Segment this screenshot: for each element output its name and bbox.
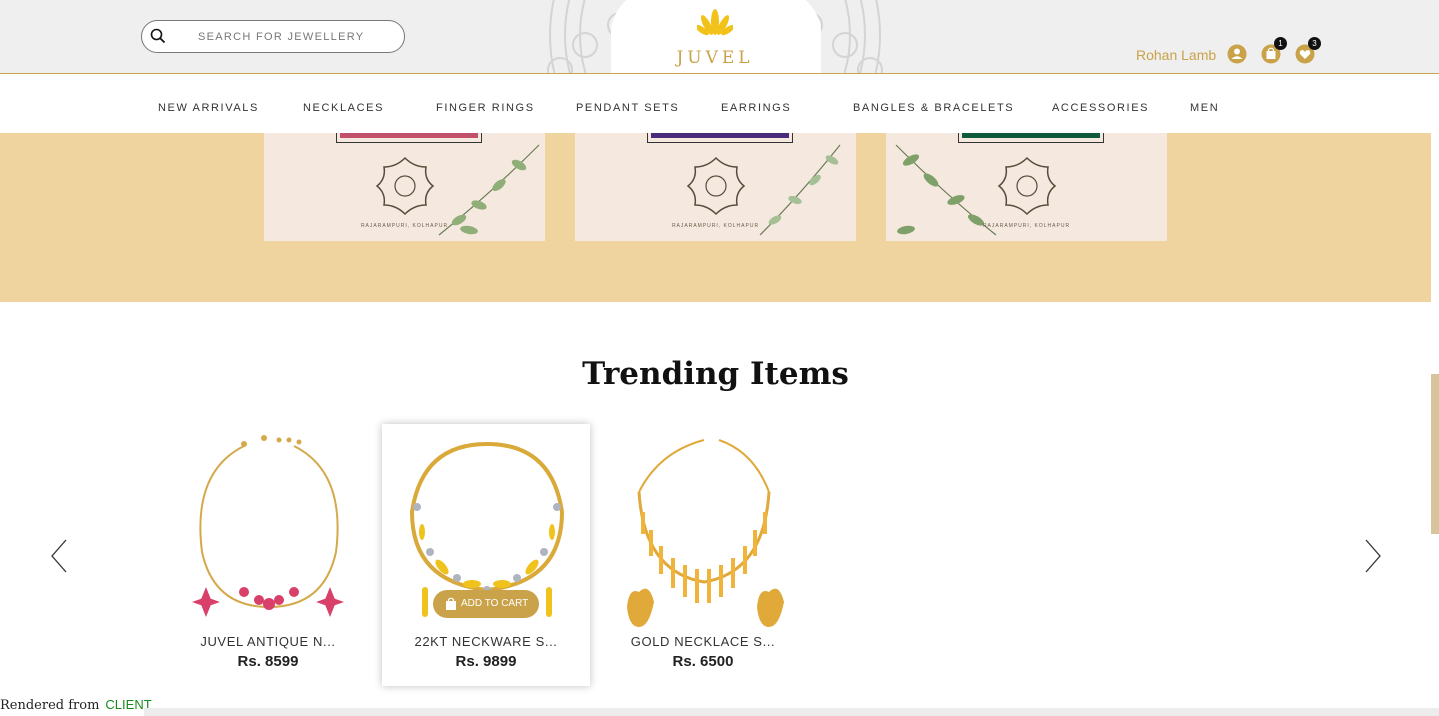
nav-item-men[interactable]: MEN (1190, 102, 1219, 114)
search-icon[interactable] (150, 28, 166, 44)
banner-card[interactable]: RAJARAMPURI, KOLHAPUR (575, 133, 856, 241)
necklace-image[interactable] (184, 432, 354, 627)
user-name[interactable]: Rohan Lamb (1136, 47, 1216, 63)
product-price: Rs. 8599 (237, 653, 299, 670)
nav-item-earrings[interactable]: EARRINGS (721, 102, 791, 114)
nav-item-accessories[interactable]: ACCESSORIES (1052, 102, 1149, 114)
product-name[interactable]: GOLD NECKLACE S... (599, 634, 807, 649)
nav-item-finger-rings[interactable]: FINGER RINGS (436, 102, 535, 114)
product-card[interactable]: JUVEL ANTIQUE N... Rs. 8599 (164, 424, 372, 686)
product-name[interactable]: JUVEL ANTIQUE N... (164, 634, 372, 649)
bottom-strip (144, 708, 1439, 716)
main-nav: NEW ARRIVALS NECKLACES FINGER RINGS PEND… (0, 75, 1439, 133)
render-source-note: Rendered from CLIENT (0, 697, 152, 713)
search-input[interactable] (198, 28, 388, 46)
logo-text[interactable]: JUVEL (660, 48, 770, 68)
nav-item-pendant-sets[interactable]: PENDANT SETS (576, 102, 679, 114)
product-card[interactable]: ADD TO CART 22KT NECKWARE S... Rs. 9899 (382, 424, 590, 686)
emblem-icon (686, 156, 746, 216)
wishlist-count-badge: 3 (1308, 37, 1321, 50)
chevron-right-icon[interactable] (1362, 538, 1382, 574)
product-card[interactable]: GOLD NECKLACE S... Rs. 6500 (599, 424, 807, 686)
promo-banner: RAJARAMPURI, KOLHAPUR RAJARAMPURI, KOLHA… (0, 133, 1431, 302)
emblem-icon (997, 156, 1057, 216)
product-price: Rs. 9899 (455, 653, 517, 670)
card-caption: RAJARAMPURI, KOLHAPUR (982, 223, 1071, 229)
chevron-left-icon[interactable] (50, 538, 70, 574)
necklace-image[interactable] (619, 432, 789, 627)
user-icon[interactable] (1227, 44, 1247, 64)
card-caption: RAJARAMPURI, KOLHAPUR (671, 223, 760, 229)
product-name[interactable]: 22KT NECKWARE S... (382, 634, 590, 649)
nav-item-new-arrivals[interactable]: NEW ARRIVALS (158, 102, 259, 114)
top-bar: JUVEL Rohan Lamb 1 3 (0, 0, 1439, 74)
shopping-bag-icon (446, 597, 456, 610)
emblem-icon (375, 156, 435, 216)
section-title: Trending Items (582, 356, 849, 392)
render-source-label: Rendered from (0, 698, 100, 713)
nav-item-bangles-bracelets[interactable]: BANGLES & BRACELETS (853, 102, 1014, 114)
scrollbar-thumb[interactable] (1431, 374, 1439, 534)
card-caption: RAJARAMPURI, KOLHAPUR (360, 223, 449, 229)
add-to-cart-label: ADD TO CART (461, 598, 529, 609)
search-box[interactable] (141, 20, 405, 53)
product-price: Rs. 6500 (672, 653, 734, 670)
banner-card[interactable]: RAJARAMPURI, KOLHAPUR (264, 133, 545, 241)
banner-card[interactable]: RAJARAMPURI, KOLHAPUR (886, 133, 1167, 241)
cart-count-badge: 1 (1274, 37, 1287, 50)
nav-item-necklaces[interactable]: NECKLACES (303, 102, 384, 114)
logo-lotus-icon[interactable] (697, 8, 733, 44)
add-to-cart-button[interactable]: ADD TO CART (433, 590, 539, 618)
